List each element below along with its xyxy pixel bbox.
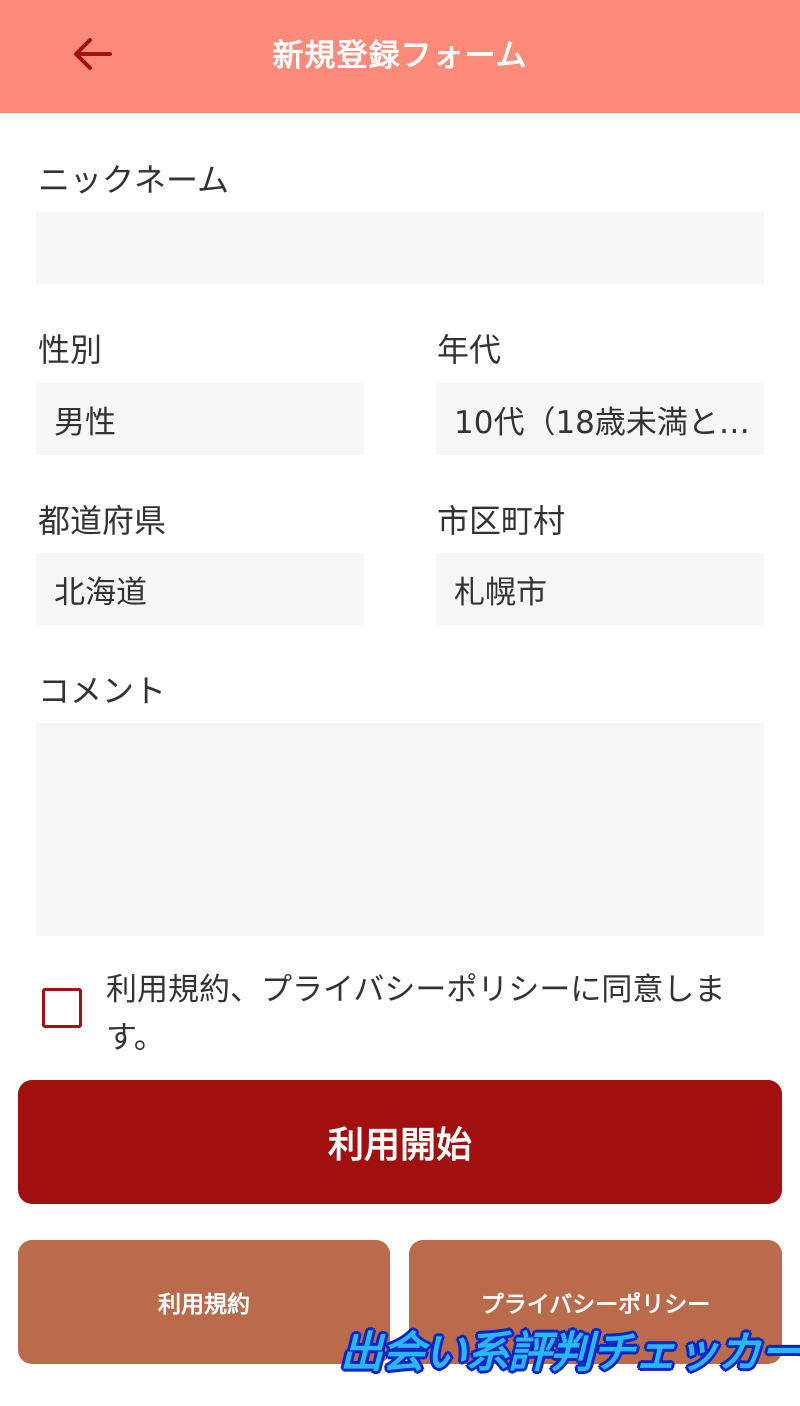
app-bar: 新規登録フォーム (0, 0, 800, 113)
terms-button[interactable]: 利用規約 (18, 1240, 390, 1364)
prefecture-select[interactable]: 北海道 (36, 553, 364, 625)
city-label: 市区町村 (437, 502, 566, 540)
watermark: 出会い系評判チェッカー (340, 1328, 800, 1378)
prefecture-label: 都道府県 (38, 502, 167, 540)
nickname-input[interactable] (36, 212, 764, 284)
gender-label: 性別 (38, 331, 103, 369)
comment-textarea[interactable] (36, 723, 764, 936)
city-select[interactable]: 札幌市 (436, 553, 764, 625)
agree-label: 利用規約、プライバシーポリシーに同意します。 (106, 972, 726, 1056)
age-label: 年代 (437, 331, 502, 369)
agree-checkbox[interactable] (42, 988, 82, 1028)
gender-select[interactable]: 男性 (36, 383, 364, 455)
comment-label: コメント (38, 672, 167, 710)
nickname-label: ニックネーム (38, 161, 230, 199)
page-title: 新規登録フォーム (272, 38, 528, 74)
registration-screen: 新規登録フォーム ニックネーム 性別 男性 年代 10代（18歳未満と… 都道府… (0, 0, 800, 1406)
start-button[interactable]: 利用開始 (18, 1080, 782, 1204)
age-select[interactable]: 10代（18歳未満と… (436, 383, 764, 455)
